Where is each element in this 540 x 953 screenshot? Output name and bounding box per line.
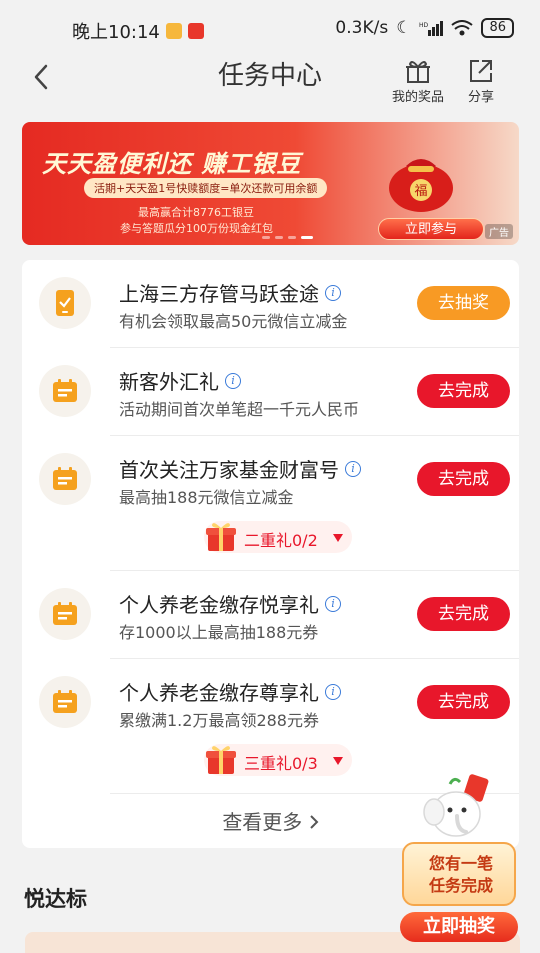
- banner-line1: 最高赢合计8776工银豆: [138, 206, 254, 219]
- notification-alert-icon: [187, 23, 204, 39]
- complete-button[interactable]: 去完成: [417, 374, 510, 408]
- header: 任务中心 我的奖品 分享: [0, 58, 540, 110]
- elephant-mascot-icon: [423, 774, 489, 837]
- task-title-text: 个人养老金缴存悦享礼: [119, 593, 319, 617]
- chevron-down-icon: [333, 757, 343, 765]
- carousel-dot: [288, 236, 296, 239]
- task-title: 上海三方存管马跃金途 i: [119, 278, 341, 307]
- see-more-label: 查看更多: [222, 810, 303, 834]
- section-title: 悦达标: [24, 887, 87, 911]
- gift-progress-label: 二重礼0/2: [244, 531, 318, 550]
- ad-tag: 广告: [485, 224, 513, 239]
- draw-now-button[interactable]: 立即抽奖: [400, 912, 518, 942]
- signal-icon: HD: [419, 21, 444, 36]
- task-title: 首次关注万家基金财富号 i: [119, 454, 361, 483]
- info-icon[interactable]: i: [325, 595, 341, 612]
- task-desc: 存1000以上最高抽188元券: [119, 623, 319, 642]
- moon-icon: ☾: [396, 18, 412, 38]
- task-complete-float[interactable]: 您有一笔 任务完成 立即抽奖: [398, 772, 526, 948]
- svg-text:HD: HD: [419, 22, 429, 29]
- task-title: 个人养老金缴存尊享礼 i: [119, 677, 341, 706]
- task-desc: 活动期间首次单笔超一千元人民币: [119, 400, 360, 419]
- task-title-text: 首次关注万家基金财富号: [119, 458, 339, 482]
- battery-icon: 86: [481, 18, 514, 38]
- gift-box-icon: [206, 746, 236, 774]
- share-label: 分享: [468, 90, 495, 105]
- share-icon: [470, 60, 492, 82]
- gift-progress-label: 三重礼0/3: [244, 754, 318, 773]
- complete-button[interactable]: 去完成: [417, 597, 510, 631]
- banner-join-button[interactable]: 立即参与: [378, 218, 484, 240]
- task-item: 个人养老金缴存悦享礼 i 存1000以上最高抽188元券 去完成: [22, 571, 519, 658]
- my-prizes-label: 我的奖品: [392, 90, 445, 105]
- task-desc: 累缴满1.2万最高领288元券: [119, 711, 319, 730]
- calendar-task-icon: [39, 365, 91, 417]
- info-icon[interactable]: i: [325, 284, 341, 301]
- task-item: 上海三方存管马跃金途 i 有机会领取最高50元微信立减金 去抽奖: [22, 260, 519, 347]
- chevron-right-icon: [309, 815, 319, 829]
- status-right: 0.3K/s ☾ HD 86: [335, 18, 514, 38]
- chevron-down-icon: [333, 534, 343, 542]
- bag-char: 福: [414, 184, 427, 199]
- task-item: 首次关注万家基金财富号 i 最高抽188元微信立减金 去完成 二重礼0/2: [22, 436, 519, 570]
- my-prizes-button[interactable]: 我的奖品: [392, 58, 444, 105]
- gift-progress-chip[interactable]: 三重礼0/3: [204, 744, 352, 776]
- promo-banner[interactable]: 天天盈便利还 赚工银豆 活期+天天盈1号快赎额度=单次还款可用余额 最高赢合计8…: [22, 122, 519, 245]
- info-icon[interactable]: i: [325, 683, 341, 700]
- info-icon[interactable]: i: [345, 460, 361, 477]
- calendar-task-icon: [39, 453, 91, 505]
- status-bar: 晚上10:14 0.3K/s ☾ HD 86: [0, 0, 540, 58]
- carousel-dots: [262, 236, 313, 239]
- banner-line2: 参与答题瓜分100万份现金红包: [120, 222, 273, 235]
- info-icon[interactable]: i: [225, 372, 241, 389]
- lucky-bag-icon: 福: [389, 159, 453, 212]
- status-left: 晚上10:14: [72, 18, 204, 44]
- gift-progress-chip[interactable]: 二重礼0/2: [204, 521, 352, 553]
- task-title-text: 上海三方存管马跃金途: [119, 282, 319, 306]
- status-time: 晚上10:14: [72, 22, 160, 43]
- float-message-box: 您有一笔 任务完成: [402, 842, 516, 906]
- notification-app-icon: [165, 23, 182, 39]
- task-item: 新客外汇礼 i 活动期间首次单笔超一千元人民币 去完成: [22, 348, 519, 435]
- wifi-icon: [451, 20, 474, 36]
- calendar-task-icon: [39, 676, 91, 728]
- share-button[interactable]: 分享: [468, 58, 494, 105]
- back-button[interactable]: [26, 62, 56, 92]
- complete-button[interactable]: 去完成: [417, 685, 510, 719]
- complete-button[interactable]: 去完成: [417, 462, 510, 496]
- page-title: 任务中心: [217, 61, 322, 91]
- carousel-dot: [262, 236, 270, 239]
- gift-box-icon: [206, 523, 236, 551]
- draw-button[interactable]: 去抽奖: [417, 286, 510, 320]
- task-title: 个人养老金缴存悦享礼 i: [119, 589, 341, 618]
- task-desc: 最高抽188元微信立减金: [119, 488, 294, 507]
- chevron-left-icon: [34, 64, 48, 90]
- float-line2: 任务完成: [428, 876, 493, 895]
- task-desc: 有机会领取最高50元微信立减金: [119, 312, 348, 331]
- calendar-task-icon: [39, 588, 91, 640]
- banner-title: 天天盈便利还 赚工银豆: [42, 150, 302, 178]
- phone-task-icon: [39, 277, 91, 329]
- banner-subtitle: 活期+天天盈1号快赎额度=单次还款可用余额: [84, 178, 328, 198]
- carousel-dot-active: [301, 236, 313, 239]
- network-speed: 0.3K/s: [335, 18, 389, 38]
- task-title: 新客外汇礼 i: [119, 366, 241, 395]
- task-title-text: 新客外汇礼: [119, 370, 219, 394]
- task-title-text: 个人养老金缴存尊享礼: [119, 681, 319, 705]
- carousel-dot: [275, 236, 283, 239]
- gift-icon: [406, 61, 430, 83]
- task-list: 上海三方存管马跃金途 i 有机会领取最高50元微信立减金 去抽奖 新客外汇礼 i…: [22, 260, 519, 848]
- float-line1: 您有一笔: [428, 854, 493, 873]
